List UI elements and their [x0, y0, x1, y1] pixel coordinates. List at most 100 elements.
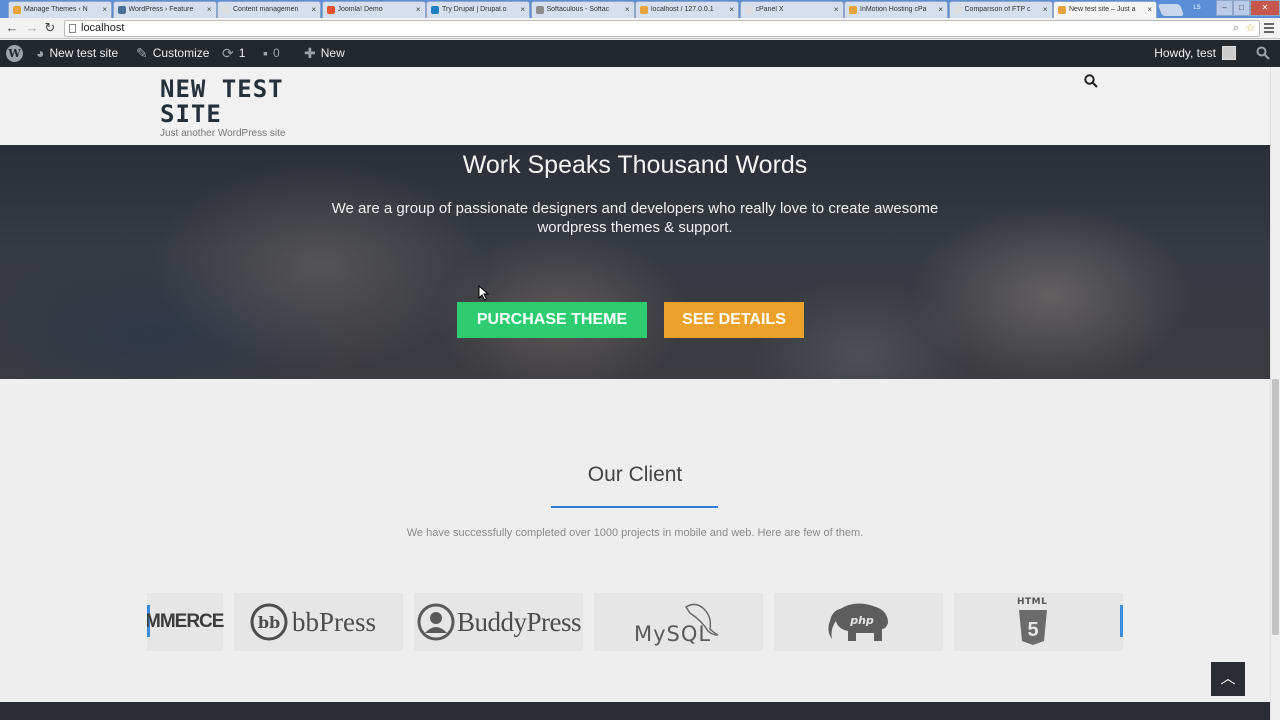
- browser-tab[interactable]: Softaculous - Softac ×: [530, 1, 635, 18]
- tab-favicon-icon: [640, 6, 648, 14]
- see-details-button[interactable]: SEE DETAILS: [664, 302, 804, 338]
- admin-updates[interactable]: ⟳ 1: [222, 40, 245, 67]
- admin-comments[interactable]: ▪ 0: [263, 40, 280, 67]
- howdy-label: Howdy, test: [1154, 46, 1216, 60]
- logo-text: HTML: [1017, 597, 1048, 607]
- tab-title: Content managemen: [233, 6, 299, 13]
- tab-title: InMotion Hosting cPa: [860, 6, 927, 13]
- chevron-up-icon: ︿: [1220, 670, 1236, 687]
- admin-new[interactable]: ✚ New: [304, 40, 345, 67]
- back-to-top-button[interactable]: ︿: [1211, 662, 1245, 696]
- tab-close-icon[interactable]: ×: [102, 5, 107, 14]
- tab-title: WordPress › Feature: [128, 6, 194, 13]
- tab-title: cPanel X: [755, 6, 784, 13]
- wordpress-logo-icon[interactable]: W: [6, 45, 23, 62]
- logo-bbpress[interactable]: bb bbPress: [234, 593, 403, 651]
- admin-site-name[interactable]: ◕ New test site: [36, 40, 118, 67]
- tab-close-icon[interactable]: ×: [1043, 5, 1048, 14]
- tab-close-icon[interactable]: ×: [1147, 5, 1152, 14]
- logo-html5[interactable]: HTML 5: [954, 593, 1123, 651]
- tab-favicon-icon: [849, 6, 857, 14]
- tab-title: Try Drupal | Drupal.o: [442, 6, 507, 13]
- tab-favicon-icon: [13, 6, 21, 14]
- tab-favicon-icon: [431, 6, 439, 14]
- browser-tab[interactable]: InMotion Hosting cPa ×: [844, 1, 948, 18]
- bookmark-star-icon[interactable]: ☆: [1245, 21, 1255, 36]
- tab-close-icon[interactable]: ×: [520, 5, 525, 14]
- close-window-button[interactable]: ✕: [1250, 0, 1280, 16]
- site-name-label: New test site: [49, 46, 119, 60]
- browser-tab[interactable]: Manage Themes ‹ N ×: [8, 1, 112, 18]
- tab-title: Softaculous - Softac: [546, 6, 610, 13]
- tab-close-icon[interactable]: ×: [311, 5, 316, 14]
- logo-mysql[interactable]: MySQL: [594, 593, 763, 651]
- tab-close-icon[interactable]: ×: [834, 5, 839, 14]
- back-arrow-icon[interactable]: ←: [4, 20, 20, 36]
- tab-title: localhost / 127.0.0.1: [651, 6, 714, 13]
- php-elephant-icon: php: [828, 603, 888, 641]
- plus-icon: ✚: [304, 45, 316, 61]
- browser-tab[interactable]: Comparison of FTP c ×: [948, 1, 1053, 18]
- browser-tab[interactable]: Try Drupal | Drupal.o ×: [426, 1, 530, 18]
- tab-close-icon[interactable]: ×: [625, 5, 630, 14]
- carousel-right-edge: [1120, 605, 1123, 637]
- admin-account[interactable]: Howdy, test: [1154, 40, 1236, 67]
- tab-favicon-icon: [117, 6, 126, 14]
- clients-title: Our Client: [587, 463, 683, 486]
- tab-title: Comparison of FTP c: [964, 6, 1031, 13]
- mouse-cursor-icon: [478, 285, 490, 301]
- logo-buddypress[interactable]: BuddyPress: [414, 593, 583, 651]
- avatar: [1222, 46, 1236, 60]
- address-bar: ← → ↻ localhost ⌕ ☆: [0, 18, 1280, 39]
- browser-tab[interactable]: cPanel X ×: [739, 1, 844, 18]
- site-title[interactable]: NEW TEST SITE: [160, 77, 340, 127]
- reload-icon[interactable]: ↻: [42, 20, 58, 36]
- wp-admin-bar: W ◕ New test site ✎ Customize ⟳ 1 ▪ 0 ✚ New H…: [0, 40, 1280, 67]
- minimize-button[interactable]: –: [1216, 0, 1233, 16]
- purchase-theme-button[interactable]: PURCHASE THEME: [457, 302, 647, 338]
- tab-close-icon[interactable]: ×: [207, 5, 212, 14]
- comments-count: 0: [272, 46, 280, 60]
- new-tab-button[interactable]: [1157, 4, 1185, 16]
- tab-favicon-icon: [1058, 6, 1066, 14]
- browser-tab[interactable]: Joomla! Demo ×: [321, 1, 426, 18]
- maximize-button[interactable]: □: [1233, 0, 1250, 16]
- page-scrollbar[interactable]: [1270, 67, 1280, 720]
- comment-icon: ▪: [263, 45, 268, 61]
- clients-title-underline: [551, 506, 718, 508]
- logo-woocommerce[interactable]: MMERCE: [147, 593, 224, 651]
- brush-icon: ✎: [136, 45, 148, 61]
- tab-favicon-icon: [953, 6, 962, 14]
- tab-title: Manage Themes ‹ N: [24, 6, 88, 13]
- customize-label: Customize: [152, 46, 210, 60]
- hero-title: Work Speaks Thousand Words: [462, 151, 808, 179]
- forward-arrow-icon[interactable]: →: [24, 20, 40, 36]
- window-controls: – □ ✕: [1216, 0, 1280, 17]
- url-input[interactable]: localhost ⌕ ☆: [64, 20, 1260, 37]
- profile-badge[interactable]: LS: [1190, 2, 1204, 14]
- scrollbar-thumb[interactable]: [1272, 379, 1279, 635]
- tab-title: New test site – Just a: [1069, 6, 1136, 13]
- tab-close-icon[interactable]: ×: [729, 5, 734, 14]
- browser-menu-icon[interactable]: [1264, 21, 1274, 35]
- tab-favicon-icon: [222, 6, 230, 14]
- hero-banner: Work Speaks Thousand Words We are a grou…: [0, 145, 1270, 379]
- browser-tab[interactable]: WordPress › Feature ×: [112, 1, 217, 18]
- client-logo-carousel: MMERCE bb bbPress BuddyPress MySQL php H…: [147, 593, 1123, 651]
- admin-customize[interactable]: ✎ Customize: [136, 40, 209, 67]
- dashboard-icon: ◕: [36, 45, 45, 61]
- tab-favicon-icon: [744, 6, 753, 14]
- url-text: localhost: [81, 22, 125, 34]
- browser-tab[interactable]: New test site – Just a ×: [1053, 1, 1157, 18]
- svg-text:bb: bb: [258, 613, 280, 632]
- search-icon[interactable]: [1084, 74, 1098, 88]
- tab-close-icon[interactable]: ×: [938, 5, 943, 14]
- site-tagline: Just another WordPress site: [160, 128, 286, 139]
- browser-tab[interactable]: Content managemen ×: [217, 1, 321, 18]
- tab-close-icon[interactable]: ×: [416, 5, 421, 14]
- logo-php[interactable]: php: [774, 593, 943, 651]
- buddypress-logo-icon: [417, 603, 455, 641]
- zoom-icon[interactable]: ⌕: [1233, 21, 1239, 36]
- browser-tab[interactable]: localhost / 127.0.0.1 ×: [635, 1, 739, 18]
- admin-search-icon[interactable]: [1256, 46, 1270, 60]
